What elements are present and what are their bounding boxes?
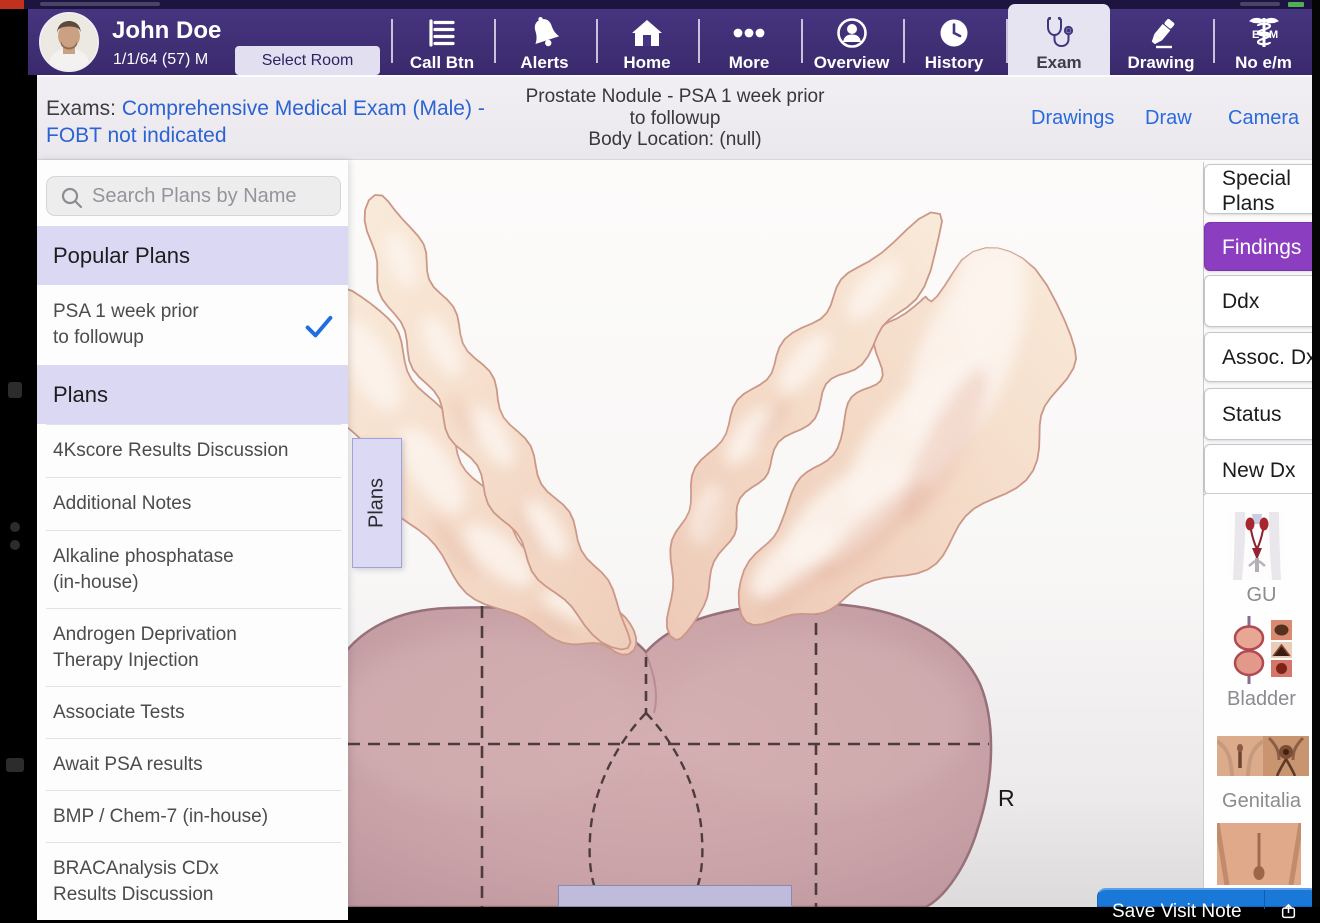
- svg-text:E: E: [1252, 29, 1259, 41]
- svg-text:M: M: [1269, 29, 1278, 41]
- svg-text:R: R: [998, 785, 1015, 811]
